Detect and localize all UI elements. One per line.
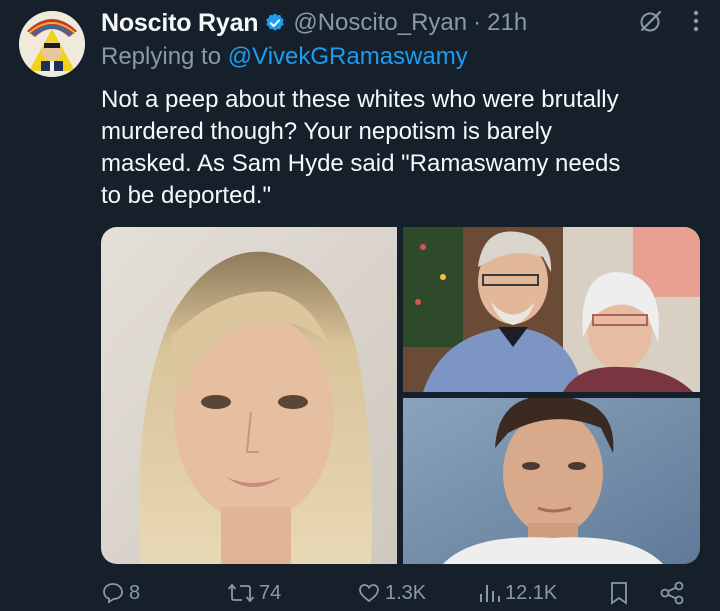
views-count: 12.1K [505,581,558,604]
repost-button[interactable]: 74 [227,581,281,605]
avatar[interactable] [19,11,85,77]
grok-icon[interactable] [638,8,664,34]
reply-count: 8 [129,581,141,604]
bookmark-icon [609,581,629,605]
bookmark-button[interactable] [609,581,629,605]
heart-icon [357,581,381,605]
user-handle[interactable]: @Noscito_Ryan [293,9,467,37]
reply-icon [101,581,125,605]
separator-dot: · [473,9,482,36]
tweet-header: Noscito Ryan @Noscito_Ryan · 21h [101,6,700,40]
tweet-text: Not a peep about these whites who were b… [101,86,621,209]
analytics-icon [477,581,501,605]
repost-count: 74 [259,581,282,604]
reply-button[interactable]: 8 [101,581,140,605]
photo-young-man[interactable] [403,398,700,564]
replying-to-label: Replying to [101,43,228,70]
photo-elderly-couple[interactable] [403,227,700,392]
timestamp[interactable]: 21h [487,9,527,37]
share-icon [659,581,685,605]
action-bar: 8 74 1.3K 12.1K [101,581,700,611]
like-count: 1.3K [385,581,427,604]
photo-woman[interactable] [101,227,397,564]
like-button[interactable]: 1.3K [357,581,426,605]
views-button[interactable]: 12.1K [477,581,557,605]
more-icon[interactable] [692,9,700,33]
media-grid [101,227,700,564]
share-button[interactable] [659,581,685,605]
display-name[interactable]: Noscito Ryan [101,9,259,38]
verified-badge-icon[interactable] [264,12,286,34]
repost-icon [227,581,255,605]
replying-to: Replying to @VivekGRamaswamy [101,43,468,71]
mention-link[interactable]: @VivekGRamaswamy [228,43,468,70]
